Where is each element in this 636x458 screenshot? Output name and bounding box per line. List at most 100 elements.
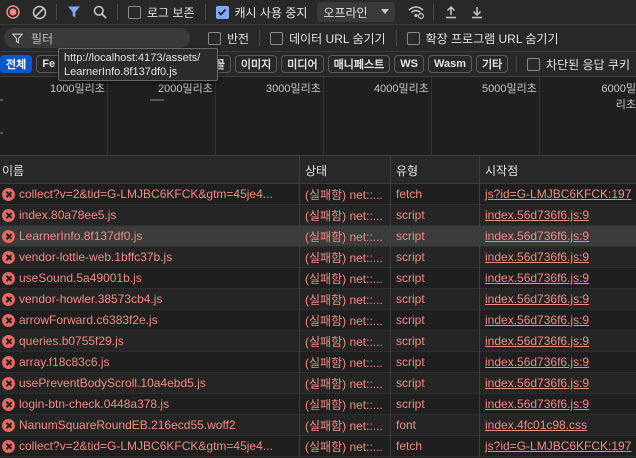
toolbar-divider bbox=[395, 30, 397, 46]
url-tooltip: http://localhost:4173/assets/ LearnerInf… bbox=[58, 48, 218, 81]
checkbox-box[interactable] bbox=[208, 31, 221, 45]
request-name: arrowForward.c6383f2e.js bbox=[19, 313, 158, 327]
cell-status: (실패함) net::... bbox=[300, 183, 391, 205]
invert-checkbox[interactable]: 반전 bbox=[208, 30, 249, 47]
cell-name[interactable]: index.80a78ee5.js bbox=[0, 204, 300, 226]
preserve-log-checkbox[interactable]: 로그 보존 bbox=[128, 4, 195, 21]
hide-extension-urls-checkbox[interactable]: 확장 프로그램 URL 숨기기 bbox=[406, 30, 559, 47]
error-icon bbox=[2, 397, 15, 411]
initiator-link[interactable]: index.56d736f6.js:9 bbox=[485, 376, 589, 390]
checkbox-box-checked[interactable] bbox=[215, 5, 229, 19]
table-row[interactable]: LearnerInfo.8f137df0.js (실패함) net::... scr… bbox=[0, 225, 636, 247]
initiator-link[interactable]: js?id=G-LMJBC6KFCK:197 bbox=[485, 187, 631, 201]
filter-icon[interactable] bbox=[61, 0, 87, 25]
cell-name[interactable]: login-btn-check.0448a378.js bbox=[0, 393, 300, 415]
request-name: vendor-lottie-web.1bffc37b.js bbox=[19, 250, 173, 264]
cell-name[interactable]: collect?v=2&tid=G-LMJBC6KFCK&gtm=45je4..… bbox=[0, 435, 300, 457]
cell-type: script bbox=[391, 288, 480, 310]
table-row[interactable]: NanumSquareRoundEB.216ecd55.woff2 (실패함) n… bbox=[0, 414, 636, 436]
cell-name[interactable]: LearnerInfo.8f137df0.js bbox=[0, 225, 300, 247]
type-filter-media[interactable]: 미디어 bbox=[281, 55, 324, 73]
type-filter-manifest[interactable]: 매니페스트 bbox=[327, 55, 391, 73]
table-row[interactable]: collect?v=2&tid=G-LMJBC6KFCK&gtm=45je4..… bbox=[0, 435, 636, 457]
request-name: collect?v=2&tid=G-LMJBC6KFCK&gtm=45je4..… bbox=[19, 187, 273, 201]
initiator-link[interactable]: index.56d736f6.js:9 bbox=[485, 271, 589, 285]
error-icon bbox=[2, 334, 15, 348]
tooltip-line-1: http://localhost:4173/assets/ bbox=[64, 52, 201, 64]
blocked-cookies-checkbox[interactable]: 차단된 응답 쿠키 bbox=[527, 56, 630, 73]
table-row[interactable]: useSound.5a49001b.js (실패함) net::... script… bbox=[0, 267, 636, 289]
request-name: index.80a78ee5.js bbox=[19, 208, 117, 222]
checkbox-box[interactable] bbox=[406, 31, 420, 45]
initiator-link[interactable]: index.56d736f6.js:9 bbox=[485, 334, 589, 348]
initiator-link[interactable]: index.56d736f6.js:9 bbox=[485, 229, 589, 243]
table-header: 이름 상태 유형 시작점 bbox=[0, 156, 636, 184]
table-row[interactable]: index.80a78ee5.js (실패함) net::... script ind… bbox=[0, 204, 636, 226]
initiator-link[interactable]: index.4fc01c98.css bbox=[485, 418, 587, 432]
error-icon bbox=[2, 229, 15, 243]
cell-initiator: index.56d736f6.js:9 bbox=[480, 268, 636, 289]
checkbox-box[interactable] bbox=[270, 31, 284, 45]
cell-initiator: js?id=G-LMJBC6KFCK:197 bbox=[480, 436, 636, 457]
cell-type: script bbox=[391, 372, 480, 394]
initiator-link[interactable]: index.56d736f6.js:9 bbox=[485, 355, 589, 369]
table-row[interactable]: vendor-howler.38573cb4.js (실패함) net::... s… bbox=[0, 288, 636, 310]
initiator-link[interactable]: index.56d736f6.js:9 bbox=[485, 250, 589, 264]
table-row[interactable]: array.f18c83c6.js (실패함) net::... script ind… bbox=[0, 351, 636, 373]
column-header-type[interactable]: 유형 bbox=[391, 156, 480, 184]
table-row[interactable]: arrowForward.c6383f2e.js (실패함) net::... sc… bbox=[0, 309, 636, 331]
type-filter-all[interactable]: 전체 bbox=[0, 55, 33, 73]
record-stop-icon[interactable] bbox=[0, 0, 26, 25]
request-name: vendor-howler.38573cb4.js bbox=[19, 292, 163, 306]
cell-name[interactable]: usePreventBodyScroll.10a4ebd5.js bbox=[0, 372, 300, 394]
cell-name[interactable]: collect?v=2&tid=G-LMJBC6KFCK&gtm=45je4..… bbox=[0, 183, 300, 205]
cell-name[interactable]: useSound.5a49001b.js bbox=[0, 267, 300, 289]
initiator-link[interactable]: index.56d736f6.js:9 bbox=[485, 397, 589, 411]
cell-name[interactable]: vendor-howler.38573cb4.js bbox=[0, 288, 300, 310]
initiator-link[interactable]: index.56d736f6.js:9 bbox=[485, 313, 589, 327]
cell-type: script bbox=[391, 330, 480, 352]
table-row[interactable]: vendor-lottie-web.1bffc37b.js (실패함) net::… bbox=[0, 246, 636, 268]
timeline-gridline bbox=[539, 77, 540, 156]
clear-icon[interactable] bbox=[26, 0, 52, 25]
cell-name[interactable]: NanumSquareRoundEB.216ecd55.woff2 bbox=[0, 414, 300, 436]
timeline-tick-label: 5000밀리초 bbox=[482, 83, 537, 95]
table-row[interactable]: login-btn-check.0448a378.js (실패함) net::..… bbox=[0, 393, 636, 415]
throttling-select[interactable]: 오프라인 bbox=[317, 2, 396, 22]
import-har-icon[interactable] bbox=[438, 0, 464, 25]
type-filter-other[interactable]: 기타 bbox=[476, 55, 509, 73]
timeline-gridline bbox=[323, 77, 324, 156]
network-conditions-icon[interactable] bbox=[403, 0, 429, 25]
table-body: collect?v=2&tid=G-LMJBC6KFCK&gtm=45je4..… bbox=[0, 183, 636, 457]
hide-data-urls-checkbox[interactable]: 데이터 URL 숨기기 bbox=[270, 30, 386, 47]
search-icon[interactable] bbox=[87, 0, 113, 25]
cell-name[interactable]: arrowForward.c6383f2e.js bbox=[0, 309, 300, 331]
cell-status: (실패함) net::... bbox=[300, 435, 391, 457]
checkbox-box[interactable] bbox=[128, 5, 141, 19]
initiator-link[interactable]: index.56d736f6.js:9 bbox=[485, 208, 589, 222]
cell-name[interactable]: array.f18c83c6.js bbox=[0, 351, 300, 373]
column-header-initiator[interactable]: 시작점 bbox=[480, 156, 636, 184]
cell-name[interactable]: queries.b0755f29.js bbox=[0, 330, 300, 352]
type-filter-img[interactable]: 이미지 bbox=[234, 55, 278, 73]
column-header-status[interactable]: 상태 bbox=[300, 156, 391, 184]
timeline-overview[interactable]: 1000밀리초 2000밀리초 3000밀리초 4000밀리초 5000밀리초 … bbox=[0, 77, 636, 181]
initiator-link[interactable]: index.56d736f6.js:9 bbox=[485, 292, 589, 306]
cell-name[interactable]: vendor-lottie-web.1bffc37b.js bbox=[0, 246, 300, 268]
disable-cache-checkbox[interactable]: 캐시 사용 중지 bbox=[215, 4, 307, 21]
type-filter-ws[interactable]: WS bbox=[394, 55, 425, 73]
table-row[interactable]: usePreventBodyScroll.10a4ebd5.js (실패함) ne… bbox=[0, 372, 636, 394]
cell-type: script bbox=[391, 351, 480, 373]
table-row[interactable]: collect?v=2&tid=G-LMJBC6KFCK&gtm=45je4..… bbox=[0, 183, 636, 205]
type-filter-wasm[interactable]: Wasm bbox=[428, 55, 473, 73]
export-har-icon[interactable] bbox=[464, 0, 490, 25]
filter-input[interactable]: 필터 bbox=[4, 28, 190, 48]
cell-type: font bbox=[391, 414, 480, 436]
cell-initiator: index.56d736f6.js:9 bbox=[480, 394, 636, 415]
toolbar-divider bbox=[117, 4, 118, 20]
initiator-link[interactable]: js?id=G-LMJBC6KFCK:197 bbox=[485, 439, 631, 453]
column-header-name[interactable]: 이름 bbox=[0, 156, 300, 184]
table-row[interactable]: queries.b0755f29.js (실패함) net::... script i… bbox=[0, 330, 636, 352]
cell-type: script bbox=[391, 393, 480, 415]
checkbox-box[interactable] bbox=[527, 57, 541, 71]
